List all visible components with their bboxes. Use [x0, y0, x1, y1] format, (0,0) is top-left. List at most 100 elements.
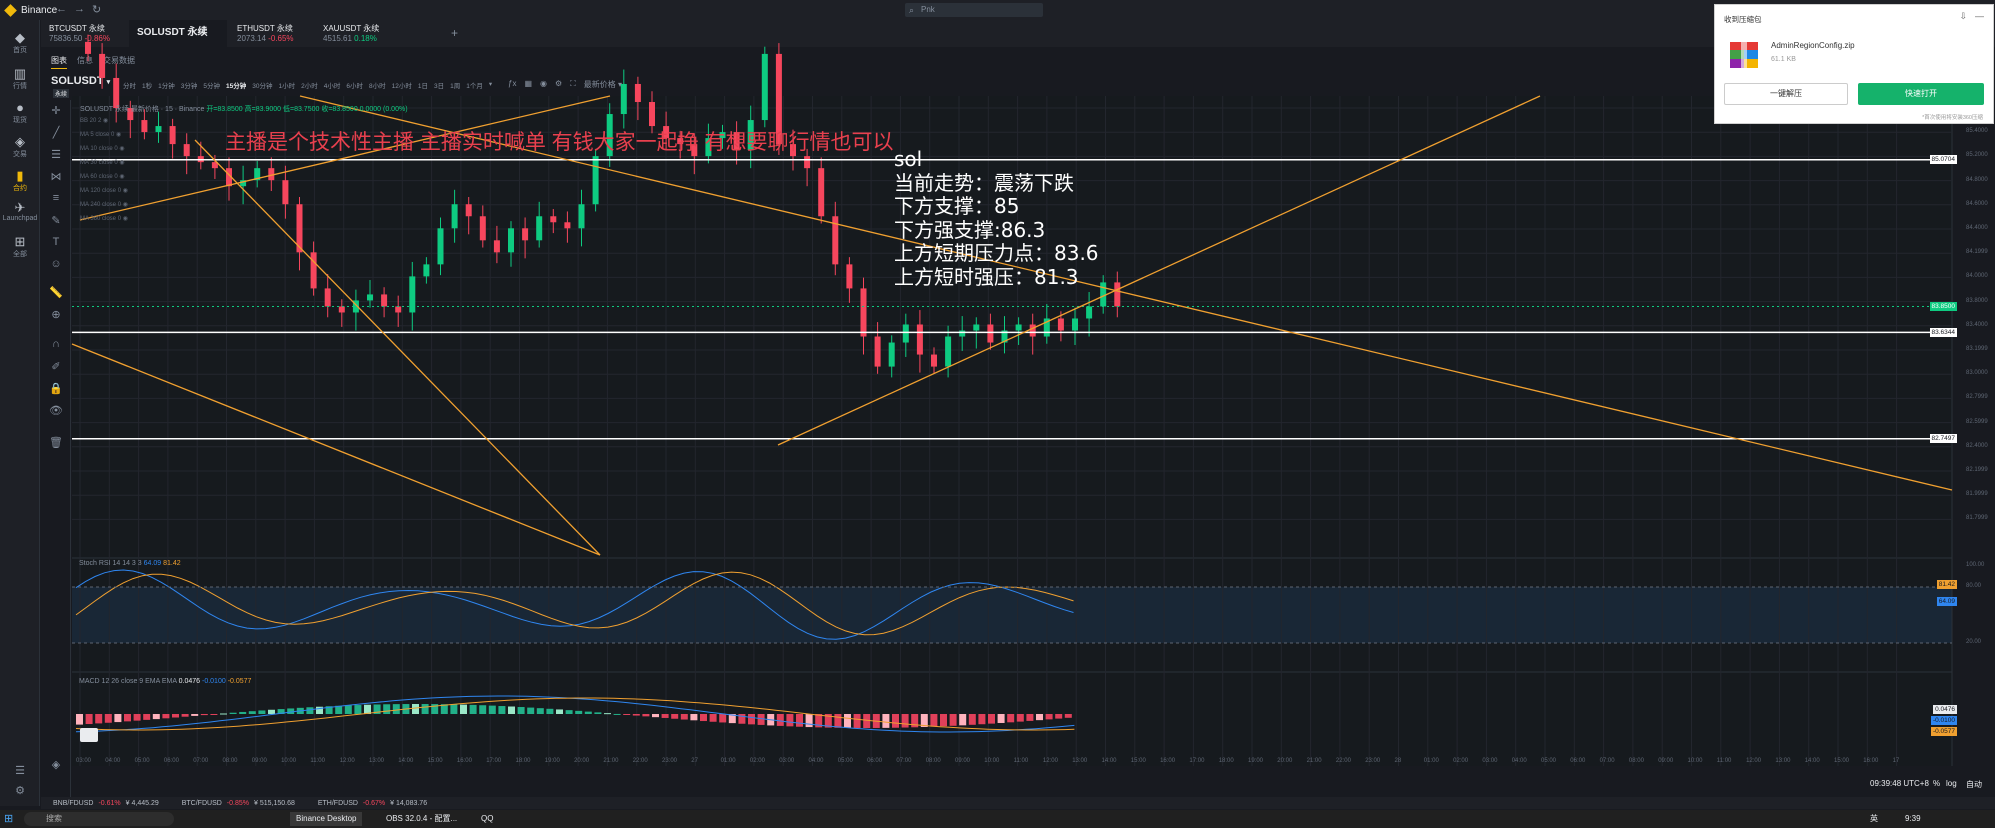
eye-icon[interactable]: ◉	[114, 132, 121, 138]
eye-icon[interactable]: ◉	[121, 202, 128, 208]
time-axis-label: 10:00	[1687, 758, 1703, 764]
indicator-row[interactable]: MA 60 close 0 ◉	[80, 173, 125, 180]
ticker-change: -0.61%	[98, 799, 121, 807]
macd-bar	[306, 707, 314, 714]
archive-icon	[1730, 42, 1758, 68]
candle-body	[564, 222, 571, 229]
time-axis-label: 14:00	[398, 758, 414, 764]
macd-bar	[1007, 714, 1015, 723]
ticker-symbol: ETH/FDUSD	[317, 799, 358, 807]
eye-icon[interactable]: ◉	[101, 118, 108, 124]
price-axis-label: 82.7999	[1966, 394, 1988, 401]
quick-open-button[interactable]: 快速打开	[1858, 83, 1984, 105]
ticker-price: ¥ 4,445.29	[125, 799, 159, 807]
indicator-row[interactable]: MA 30 close 0 ◉	[80, 159, 125, 166]
macd-bar	[546, 708, 554, 714]
taskbar-app-label: Binance Desktop	[296, 814, 357, 823]
macd-bar	[508, 706, 515, 714]
indicator-row[interactable]: MA 120 close 0 ◉	[80, 187, 128, 194]
candle-body	[1086, 306, 1093, 319]
time-axis-label: 08:00	[1628, 758, 1644, 764]
time-axis-label: 14:00	[1101, 758, 1117, 764]
candle-body	[620, 83, 627, 115]
price-axis-label: 83.0000	[1966, 370, 1988, 377]
extract-button[interactable]: 一键解压	[1724, 83, 1848, 105]
macd-bar	[143, 714, 151, 720]
taskbar-obs[interactable]: OBS 32.0.4 - 配置...	[380, 812, 463, 826]
indicator-label: MA 30 close 0	[80, 160, 118, 166]
taskbar-qq[interactable]: QQ	[475, 812, 499, 826]
ticker-item[interactable]: BTC/FDUSD -0.85% ¥ 515,150.68	[182, 800, 300, 807]
macd-bar	[901, 714, 909, 728]
time-axis-label: 05:00	[1541, 758, 1557, 764]
time-axis-label: 15:00	[1130, 758, 1146, 764]
candle-body	[141, 120, 148, 133]
time-axis-label: 23:00	[662, 758, 678, 764]
eye-icon[interactable]: ◉	[121, 216, 128, 222]
macd-bar	[709, 714, 717, 722]
time-axis-label: 16:00	[1160, 758, 1176, 764]
auto-toggle[interactable]: 自动	[1966, 779, 1982, 790]
ticker-price: ¥ 515,150.68	[253, 799, 295, 807]
price-axis-label: 82.4000	[1966, 442, 1988, 449]
candle-body	[367, 294, 373, 301]
candle-body	[902, 324, 909, 343]
candle-body	[423, 264, 430, 277]
eye-icon[interactable]: ◉	[118, 174, 124, 180]
candle-body	[1029, 324, 1036, 337]
input-language[interactable]: 英	[1870, 812, 1878, 826]
stoch-d-value: 81.42	[163, 560, 181, 567]
macd-bar	[700, 714, 707, 722]
price-tag: 83.8500	[1929, 301, 1957, 311]
macd-bar	[527, 707, 535, 714]
macd-bar	[220, 713, 227, 715]
macd-bar	[354, 705, 362, 714]
time-axis-label: 13:00	[369, 758, 385, 764]
indicator-row[interactable]: MA 240 close 0 ◉	[80, 201, 128, 208]
macd-bar	[892, 714, 899, 728]
time-axis-label: 19:00	[544, 758, 560, 764]
ticker-symbol: BNB/FDUSD	[53, 799, 94, 807]
eye-icon[interactable]: ◉	[118, 146, 124, 152]
macd-bar	[594, 712, 602, 714]
macd-bar	[488, 705, 496, 714]
download-footnote: *首次使用将安装360压缩	[1922, 115, 1983, 121]
windows-start-icon[interactable]: ⊞	[4, 812, 13, 826]
candle-body	[959, 330, 966, 337]
macd-label: MACD 12 26 close 9 EMA EMA	[79, 678, 177, 685]
macd-legend: MACD 12 26 close 9 EMA EMA 0.0476 -0.010…	[79, 678, 251, 685]
indicator-row[interactable]: BB 20 2 ◉	[80, 117, 108, 124]
candle-body	[85, 41, 91, 54]
macd-bar	[104, 714, 112, 723]
time-axis-label: 14:00	[1804, 758, 1820, 764]
time-axis-label: 06:00	[867, 758, 883, 764]
macd-bar	[479, 705, 487, 714]
ticker-item[interactable]: ETH/FDUSD -0.67% ¥ 14,083.76	[318, 800, 432, 807]
macd-bar	[652, 714, 659, 718]
taskbar-binance[interactable]: Binance Desktop	[290, 812, 363, 826]
macd-bar	[997, 714, 1005, 723]
macd-value-3: -0.0577	[227, 678, 252, 685]
price-chart[interactable]	[0, 0, 1995, 828]
macd-bar	[124, 714, 131, 722]
taskbar-search[interactable]: 搜索	[24, 812, 174, 826]
macd-bar	[498, 706, 506, 714]
indicator-row[interactable]: MA 10 close 0 ◉	[80, 145, 125, 152]
eye-icon[interactable]: ◉	[121, 188, 128, 194]
indicator-label: MA 360 close 0	[80, 216, 122, 222]
stoch-band	[72, 587, 1952, 643]
log-toggle[interactable]: log	[1946, 779, 1957, 788]
ticker-item[interactable]: BNB/FDUSD -0.61% ¥ 4,445.29	[53, 800, 164, 807]
macd-bar	[239, 711, 247, 714]
indicator-row[interactable]: MA 360 close 0 ◉	[80, 215, 128, 222]
macd-bar	[968, 714, 976, 725]
time-axis-label: 27	[691, 758, 698, 764]
macd-bar	[248, 711, 256, 714]
eye-icon[interactable]: ◉	[118, 160, 124, 166]
time-axis-label: 07:00	[193, 758, 209, 764]
indicator-row[interactable]: MA 5 close 0 ◉	[80, 131, 121, 138]
pin-icon[interactable]: ⇩	[1959, 11, 1967, 22]
close-icon[interactable]: —	[1975, 11, 1984, 21]
time-axis-label: 12:00	[1042, 758, 1058, 764]
percent-toggle[interactable]: %	[1933, 779, 1940, 788]
